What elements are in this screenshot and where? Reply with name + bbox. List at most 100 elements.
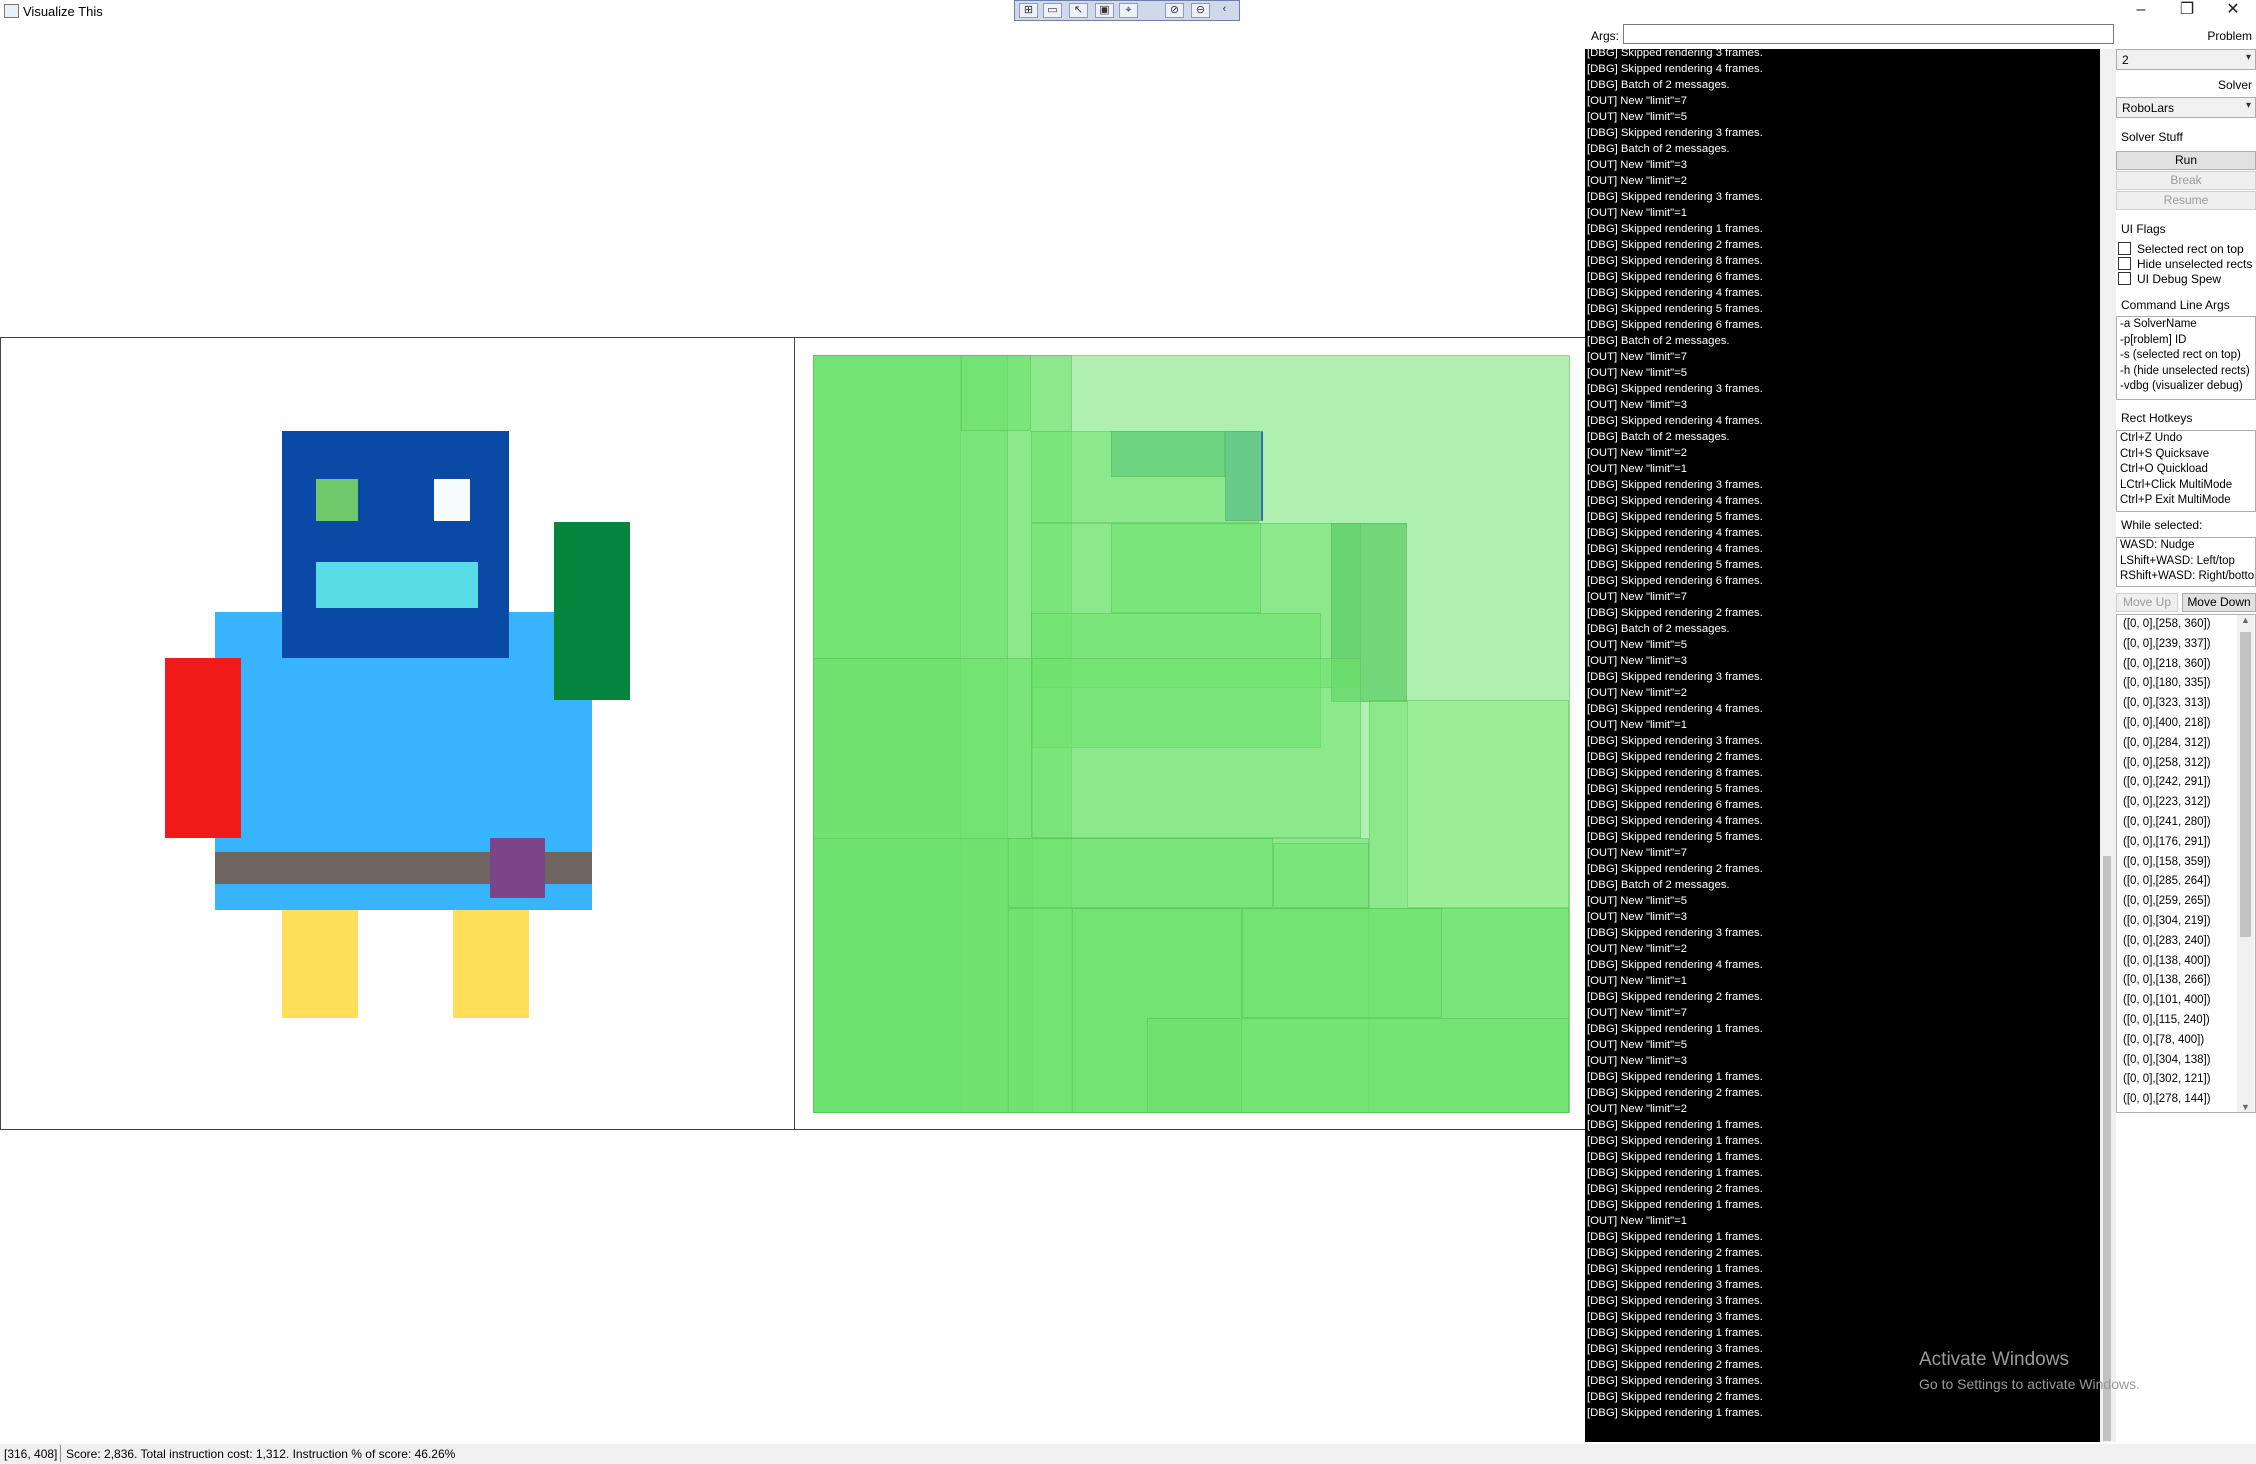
rect-list-item[interactable]: ([0, 0],[218, 360]) xyxy=(2123,658,2211,670)
robot-neck xyxy=(282,612,509,658)
solution-rect[interactable] xyxy=(1111,523,1261,613)
log-line: [DBG] Skipped rendering 2 frames. xyxy=(1587,607,1763,619)
rect-list[interactable]: ([0, 0],[258, 360]) ([0, 0],[239, 337]) ([… xyxy=(2116,614,2256,1113)
move-down-button[interactable]: Move Down xyxy=(2182,593,2256,612)
log-line: [DBG] Skipped rendering 3 frames. xyxy=(1587,127,1763,139)
solution-rect[interactable] xyxy=(1407,700,1569,908)
layout-adorner-icon[interactable]: ▣ xyxy=(1095,3,1114,18)
solver-value: RoboLars xyxy=(2122,101,2175,115)
checkbox-icon[interactable] xyxy=(2118,257,2131,270)
rect-list-item[interactable]: ([0, 0],[241, 280]) xyxy=(2123,816,2211,828)
problem-dropdown[interactable]: 2 ▾ xyxy=(2116,49,2256,70)
rect-list-item[interactable]: ([0, 0],[304, 138]) xyxy=(2123,1054,2211,1066)
log-line: [OUT] New "limit"=7 xyxy=(1587,591,1687,603)
activation-watermark-subtitle: Go to Settings to activate Windows. xyxy=(1919,1376,2140,1392)
flag-selected-on-top[interactable]: Selected rect on top xyxy=(2118,242,2244,256)
log-line: [DBG] Skipped rendering 8 frames. xyxy=(1587,767,1763,779)
solver-label: Solver xyxy=(2217,78,2252,92)
robot-mouth-left xyxy=(316,562,478,585)
rect-list-item[interactable]: ([0, 0],[258, 360]) xyxy=(2123,618,2211,630)
solution-rect[interactable] xyxy=(961,355,1031,431)
rect-list-item[interactable]: ([0, 0],[259, 265]) xyxy=(2123,895,2211,907)
scroll-up-icon[interactable]: ▲ xyxy=(2241,615,2250,625)
solution-rect[interactable] xyxy=(1273,843,1369,908)
log-line: [DBG] Batch of 2 messages. xyxy=(1587,431,1730,443)
track-focus-icon[interactable]: ⌖ xyxy=(1119,3,1138,18)
log-line: [DBG] Skipped rendering 6 frames. xyxy=(1587,575,1763,587)
rect-list-item[interactable]: ([0, 0],[158, 359]) xyxy=(2123,856,2211,868)
rect-list-item[interactable]: ([0, 0],[278, 144]) xyxy=(2123,1093,2211,1105)
solution-rect[interactable] xyxy=(1008,838,1273,908)
log-line: [DBG] Skipped rendering 1 frames. xyxy=(1587,223,1763,235)
record-icon[interactable]: ▭ xyxy=(1043,3,1062,18)
while-selected-line: WASD: Nudge xyxy=(2120,539,2195,551)
restore-button[interactable]: ❐ xyxy=(2164,0,2210,22)
checkbox-icon[interactable] xyxy=(2118,242,2131,255)
rect-list-item[interactable]: ([0, 0],[284, 312]) xyxy=(2123,737,2211,749)
log-line: [DBG] Skipped rendering 3 frames. xyxy=(1587,1279,1763,1291)
collapse-icon[interactable]: ‹ xyxy=(1215,3,1234,18)
rect-list-item[interactable]: ([0, 0],[138, 266]) xyxy=(2123,974,2211,986)
rect-list-item[interactable]: ([0, 0],[400, 218]) xyxy=(2123,717,2211,729)
rect-list-item[interactable]: ([0, 0],[138, 400]) xyxy=(2123,955,2211,967)
select-element-icon[interactable]: ⊞ xyxy=(1019,3,1038,18)
robot-left-eye xyxy=(316,479,358,521)
rect-list-item[interactable]: ([0, 0],[302, 121]) xyxy=(2123,1073,2211,1085)
log-line: [DBG] Skipped rendering 3 frames. xyxy=(1587,191,1763,203)
target-canvas[interactable] xyxy=(0,337,795,1130)
rect-list-item[interactable]: ([0, 0],[223, 312]) xyxy=(2123,796,2211,808)
robot-right-eye xyxy=(434,479,470,521)
rect-list-item[interactable]: ([0, 0],[242, 291]) xyxy=(2123,776,2211,788)
log-line: [DBG] Skipped rendering 6 frames. xyxy=(1587,799,1763,811)
command-line-args-label: Command Line Args xyxy=(2121,298,2230,312)
minimize-button[interactable]: – xyxy=(2118,0,2164,22)
log-line: [DBG] Skipped rendering 3 frames. xyxy=(1587,671,1763,683)
log-line: [DBG] Skipped rendering 4 frames. xyxy=(1587,959,1763,971)
log-line: [DBG] Batch of 2 messages. xyxy=(1587,335,1730,347)
log-line: [OUT] New "limit"=2 xyxy=(1587,175,1687,187)
solver-dropdown[interactable]: RoboLars ▾ xyxy=(2116,97,2256,118)
rect-list-item[interactable]: ([0, 0],[101, 400]) xyxy=(2123,994,2211,1006)
log-scrollbar-thumb[interactable] xyxy=(2103,856,2111,1441)
break-button[interactable]: Break xyxy=(2116,171,2256,190)
rect-list-item[interactable]: ([0, 0],[78, 400]) xyxy=(2123,1034,2204,1046)
log-line: [DBG] Skipped rendering 1 frames. xyxy=(1587,1327,1763,1339)
rect-list-item[interactable]: ([0, 0],[304, 219]) xyxy=(2123,915,2211,927)
args-input[interactable] xyxy=(1623,24,2114,44)
rect-list-item[interactable]: ([0, 0],[180, 335]) xyxy=(2123,677,2211,689)
rect-list-scrollbar-thumb[interactable] xyxy=(2240,632,2251,937)
flag-ui-debug-spew[interactable]: UI Debug Spew xyxy=(2118,272,2221,286)
hotkey-line: LCtrl+Click MultiMode xyxy=(2120,478,2233,491)
cmd-arg-line: -a SolverName xyxy=(2120,318,2197,330)
rect-list-item[interactable]: ([0, 0],[285, 264]) xyxy=(2123,875,2211,887)
rect-list-item[interactable]: ([0, 0],[258, 312]) xyxy=(2123,757,2211,769)
flag-hide-unselected[interactable]: Hide unselected rects xyxy=(2118,257,2252,271)
score-text: Score: 2,836. Total instruction cost: 1,… xyxy=(66,1447,456,1461)
binding-failures-icon[interactable]: ⊘ xyxy=(1165,3,1184,18)
solution-rect[interactable] xyxy=(1225,431,1263,521)
move-up-button[interactable]: Move Up xyxy=(2116,593,2178,612)
run-button[interactable]: Run xyxy=(2116,151,2256,170)
rect-list-item[interactable]: ([0, 0],[283, 240]) xyxy=(2123,935,2211,947)
pointer-icon[interactable]: ↖ xyxy=(1069,3,1088,18)
command-line-args-box[interactable]: -a SolverName -p[roblem] ID -s (selected… xyxy=(2116,316,2256,400)
rect-list-item[interactable]: ([0, 0],[176, 291]) xyxy=(2123,836,2211,848)
solution-rect[interactable] xyxy=(1031,658,1361,838)
solution-rect[interactable] xyxy=(1242,908,1442,1018)
solution-rect[interactable] xyxy=(1111,431,1225,477)
rect-list-item[interactable]: ([0, 0],[323, 313]) xyxy=(2123,697,2211,709)
log-line: [DBG] Skipped rendering 1 frames. xyxy=(1587,1199,1763,1211)
solution-rect[interactable] xyxy=(1147,1018,1569,1113)
log-line: [DBG] Skipped rendering 2 frames. xyxy=(1587,991,1763,1003)
solution-canvas[interactable] xyxy=(794,337,1586,1130)
close-button[interactable]: ✕ xyxy=(2210,0,2256,22)
resume-button[interactable]: Resume xyxy=(2116,191,2256,210)
checkbox-icon[interactable] xyxy=(2118,272,2131,285)
log-line: [DBG] Skipped rendering 2 frames. xyxy=(1587,1183,1763,1195)
rect-list-item[interactable]: ([0, 0],[115, 240]) xyxy=(2123,1014,2210,1026)
cursor-coords: [316, 408] xyxy=(4,1447,58,1461)
log-output[interactable]: [DBG] Skipped rendering 3 frames. [DBG] S… xyxy=(1585,49,2100,1442)
rect-list-item[interactable]: ([0, 0],[239, 337]) xyxy=(2123,638,2211,650)
scroll-down-icon[interactable]: ▼ xyxy=(2241,1102,2250,1112)
stop-icon[interactable]: ⊖ xyxy=(1191,3,1210,18)
